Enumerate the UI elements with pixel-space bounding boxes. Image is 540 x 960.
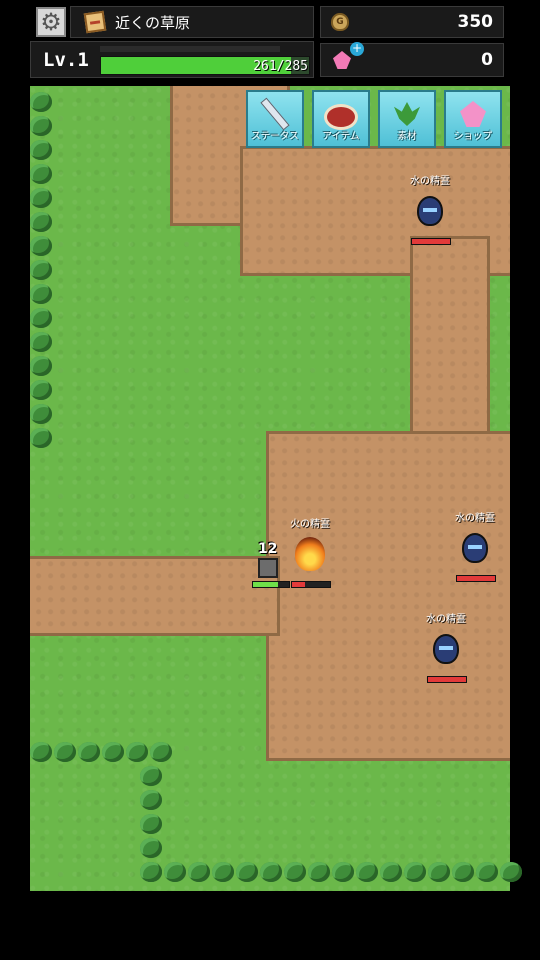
- status-label: ステータス: [251, 131, 299, 142]
- bush: [102, 742, 124, 762]
- water-spirit-sprite: [417, 196, 443, 226]
- bush: [164, 862, 186, 882]
- bush: [308, 862, 330, 882]
- bush: [126, 742, 148, 762]
- enemy-hp-fill: [412, 239, 450, 244]
- bush: [30, 404, 52, 424]
- dirt-path: [266, 431, 510, 761]
- fire-spirit-sprite: [295, 537, 325, 571]
- bush: [30, 284, 52, 304]
- add-gems-icon[interactable]: +: [350, 42, 364, 56]
- bush: [30, 308, 52, 328]
- bush: [284, 862, 306, 882]
- herb-icon: [394, 102, 420, 126]
- bush: [30, 380, 52, 400]
- bush: [30, 742, 52, 762]
- bush: [54, 742, 76, 762]
- bush: [30, 428, 52, 448]
- status-button[interactable]: ステータス: [246, 90, 304, 148]
- bush: [380, 862, 402, 882]
- gem-display[interactable]: + 0: [320, 42, 504, 77]
- enemy-hp-fill: [457, 576, 495, 581]
- sword-icon: [260, 97, 290, 131]
- bush: [140, 766, 162, 786]
- exp-bar: [100, 46, 280, 52]
- enemy-hp-bar: [427, 676, 467, 683]
- enemy-hp-fill: [428, 677, 466, 682]
- meat-icon: [324, 104, 358, 130]
- pink-crystal-icon: [333, 51, 351, 69]
- bush: [236, 862, 258, 882]
- bush: [30, 116, 52, 136]
- material-label: 素材: [397, 131, 417, 142]
- hp-text: 261/285: [253, 59, 308, 74]
- enemy-name: 火の精霊: [290, 519, 330, 530]
- bush: [140, 814, 162, 834]
- gold-amount: 350: [457, 12, 494, 32]
- bush: [30, 164, 52, 184]
- bush: [30, 260, 52, 280]
- shop-label: ショップ: [453, 131, 492, 142]
- enemy-name: 水の精霊: [426, 614, 466, 625]
- bush: [140, 862, 162, 882]
- gem-amount: 0: [481, 50, 493, 70]
- enemy-name: 水の精霊: [455, 513, 495, 524]
- bush: [30, 188, 52, 208]
- settings-button[interactable]: ⚙: [36, 7, 66, 37]
- bush: [30, 92, 52, 112]
- bush: [452, 862, 474, 882]
- bush: [356, 862, 378, 882]
- shop-button[interactable]: ショップ: [444, 90, 502, 148]
- bush: [150, 742, 172, 762]
- bush: [332, 862, 354, 882]
- bush: [428, 862, 450, 882]
- hero-hp-bar: [252, 581, 290, 588]
- hero-sprite: [258, 558, 278, 578]
- gear-icon: ⚙: [40, 8, 62, 36]
- damage-popup: 12: [258, 541, 278, 557]
- enemy-hp-bar: [291, 581, 331, 588]
- dirt-path: [30, 556, 280, 636]
- bush: [260, 862, 282, 882]
- bush: [188, 862, 210, 882]
- water-spirit-sprite: [462, 533, 488, 563]
- bush: [476, 862, 498, 882]
- enemy-hp-bar: [456, 575, 496, 582]
- material-button[interactable]: 素材: [378, 90, 436, 148]
- bush: [30, 356, 52, 376]
- enemy-hp-bar: [411, 238, 451, 245]
- hero-hp-fill: [253, 582, 279, 587]
- enemy-hp-fill: [292, 582, 306, 587]
- water-spirit-sprite: [433, 634, 459, 664]
- map-icon: [83, 10, 107, 34]
- bush: [404, 862, 426, 882]
- crystal-icon: [460, 101, 486, 127]
- bush: [30, 212, 52, 232]
- location-name: 近くの草原: [115, 13, 191, 32]
- level-label: Lv.1: [43, 48, 89, 71]
- location-bar[interactable]: 近くの草原: [70, 6, 314, 38]
- bush: [140, 838, 162, 858]
- item-button[interactable]: アイテム: [312, 90, 370, 148]
- bush: [212, 862, 234, 882]
- item-label: アイテム: [322, 131, 360, 142]
- gold-bag-icon: G: [331, 13, 349, 31]
- bush: [30, 140, 52, 160]
- bush: [30, 332, 52, 352]
- bush: [140, 790, 162, 810]
- bush: [500, 862, 522, 882]
- enemy-name: 水の精霊: [410, 176, 450, 187]
- bush: [30, 236, 52, 256]
- gold-display: G 350: [320, 6, 504, 38]
- bush: [78, 742, 100, 762]
